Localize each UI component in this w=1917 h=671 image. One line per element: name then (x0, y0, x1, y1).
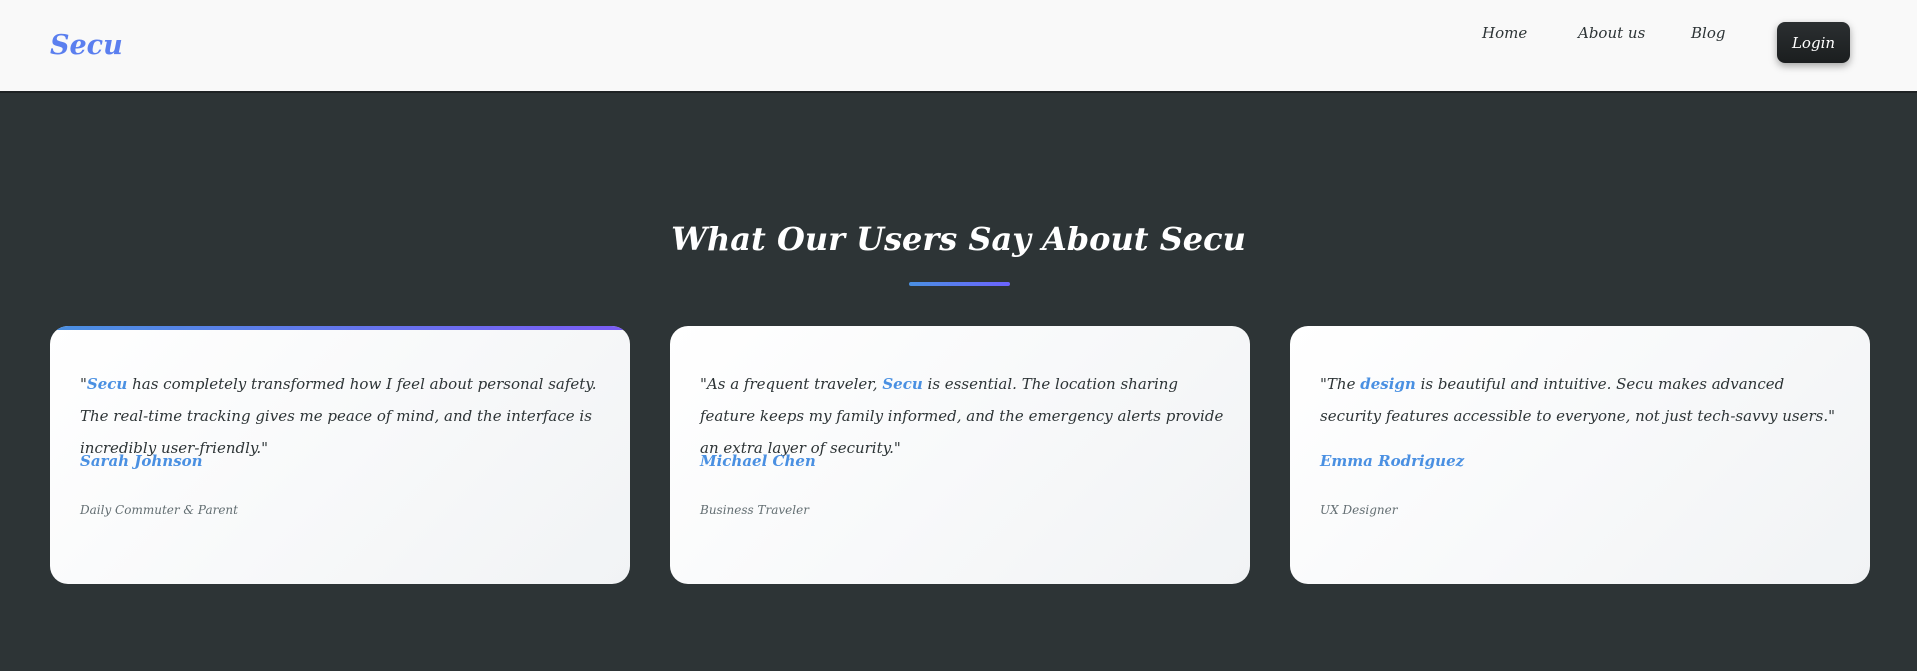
testimonial-quote: "Secu has completely transformed how I f… (80, 368, 610, 464)
login-button[interactable]: Login (1777, 22, 1850, 63)
quote-text: "The (1320, 375, 1361, 393)
testimonial-card: "Secu has completely transformed how I f… (50, 326, 630, 584)
testimonial-quote: "The design is beautiful and intuitive. … (1320, 368, 1850, 432)
testimonial-role: Business Traveler (700, 503, 809, 517)
quote-highlight: Secu (882, 375, 923, 393)
quote-text: has completely transformed how I feel ab… (80, 375, 597, 457)
testimonial-role: Daily Commuter & Parent (80, 503, 238, 517)
nav-link-about-us[interactable]: About us (1578, 24, 1645, 42)
section-title: What Our Users Say About Secu (671, 220, 1246, 258)
title-underline (909, 282, 1010, 286)
testimonial-author: Emma Rodriguez (1320, 452, 1465, 470)
logo[interactable]: Secu (50, 30, 123, 61)
quote-highlight: design (1360, 375, 1416, 393)
quote-highlight: Secu (86, 375, 128, 393)
testimonial-role: UX Designer (1320, 503, 1398, 517)
card-accent-bar (50, 326, 630, 330)
navbar: Secu Home About us Blog Login (0, 0, 1917, 93)
testimonial-quote: "As a frequent traveler, Secu is essenti… (700, 368, 1230, 464)
testimonial-card: "The design is beautiful and intuitive. … (1290, 326, 1870, 584)
testimonial-author: Sarah Johnson (80, 452, 203, 470)
quote-text: " (80, 375, 87, 393)
nav-link-home[interactable]: Home (1482, 24, 1527, 42)
testimonial-card: "As a frequent traveler, Secu is essenti… (670, 326, 1250, 584)
testimonial-author: Michael Chen (700, 452, 816, 470)
quote-text: "As a frequent traveler, (700, 375, 883, 393)
nav-link-blog[interactable]: Blog (1691, 24, 1725, 42)
